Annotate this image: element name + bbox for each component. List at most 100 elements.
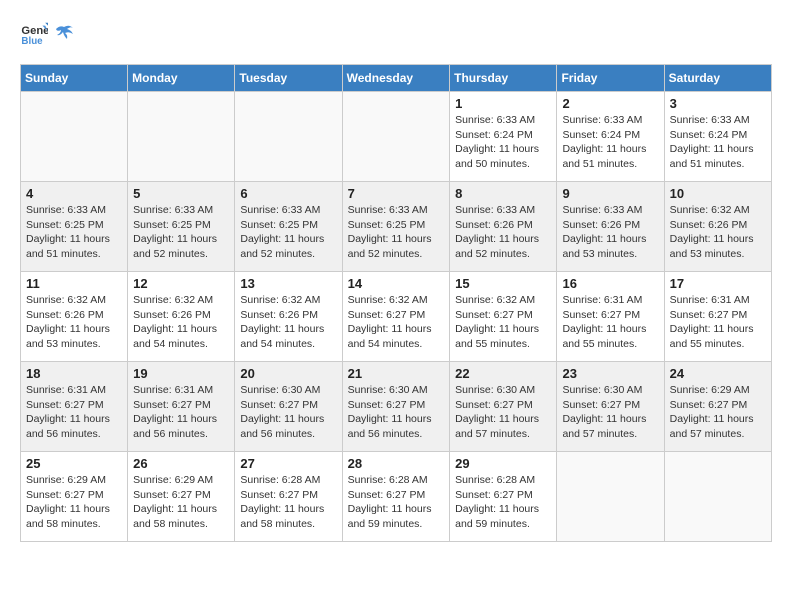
day-info: Sunrise: 6:31 AM Sunset: 6:27 PM Dayligh… <box>26 383 122 442</box>
day-number: 2 <box>562 96 658 111</box>
day-info: Sunrise: 6:29 AM Sunset: 6:27 PM Dayligh… <box>670 383 766 442</box>
day-info: Sunrise: 6:31 AM Sunset: 6:27 PM Dayligh… <box>670 293 766 352</box>
logo-bird-icon <box>53 23 75 45</box>
day-info: Sunrise: 6:32 AM Sunset: 6:27 PM Dayligh… <box>455 293 551 352</box>
day-number: 21 <box>348 366 445 381</box>
day-number: 7 <box>348 186 445 201</box>
logo: General Blue <box>20 20 76 48</box>
calendar-week-row: 1 Sunrise: 6:33 AM Sunset: 6:24 PM Daylig… <box>21 92 772 182</box>
calendar-cell: 19 Sunrise: 6:31 AM Sunset: 6:27 PM Dayli… <box>128 362 235 452</box>
calendar-cell: 8 Sunrise: 6:33 AM Sunset: 6:26 PM Daylig… <box>450 182 557 272</box>
day-info: Sunrise: 6:33 AM Sunset: 6:24 PM Dayligh… <box>670 113 766 172</box>
logo-icon: General Blue <box>20 20 48 48</box>
day-number: 29 <box>455 456 551 471</box>
day-number: 8 <box>455 186 551 201</box>
calendar-cell: 16 Sunrise: 6:31 AM Sunset: 6:27 PM Dayli… <box>557 272 664 362</box>
day-info: Sunrise: 6:33 AM Sunset: 6:26 PM Dayligh… <box>455 203 551 262</box>
day-number: 26 <box>133 456 229 471</box>
calendar-cell <box>128 92 235 182</box>
calendar-cell: 9Sunrise: 6:33 AM Sunset: 6:26 PM Daylig… <box>557 182 664 272</box>
day-number: 11 <box>26 276 122 291</box>
svg-text:Blue: Blue <box>21 36 43 47</box>
day-info: Sunrise: 6:29 AM Sunset: 6:27 PM Dayligh… <box>26 473 122 532</box>
day-number: 22 <box>455 366 551 381</box>
calendar-cell <box>664 452 771 542</box>
day-info: Sunrise: 6:33 AM Sunset: 6:25 PM Dayligh… <box>26 203 122 262</box>
calendar-cell: 23Sunrise: 6:30 AM Sunset: 6:27 PM Dayli… <box>557 362 664 452</box>
col-header-friday: Friday <box>557 65 664 92</box>
day-number: 5 <box>133 186 229 201</box>
day-number: 12 <box>133 276 229 291</box>
calendar-header-row: SundayMondayTuesdayWednesdayThursdayFrid… <box>21 65 772 92</box>
calendar-cell: 3 Sunrise: 6:33 AM Sunset: 6:24 PM Daylig… <box>664 92 771 182</box>
day-info: Sunrise: 6:30 AM Sunset: 6:27 PM Dayligh… <box>455 383 551 442</box>
day-info: Sunrise: 6:33 AM Sunset: 6:24 PM Dayligh… <box>562 113 658 172</box>
calendar-cell: 29Sunrise: 6:28 AM Sunset: 6:27 PM Dayli… <box>450 452 557 542</box>
col-header-sunday: Sunday <box>21 65 128 92</box>
day-info: Sunrise: 6:33 AM Sunset: 6:25 PM Dayligh… <box>240 203 336 262</box>
day-info: Sunrise: 6:30 AM Sunset: 6:27 PM Dayligh… <box>562 383 658 442</box>
calendar-week-row: 4 Sunrise: 6:33 AM Sunset: 6:25 PM Daylig… <box>21 182 772 272</box>
calendar-cell <box>21 92 128 182</box>
calendar-cell: 14Sunrise: 6:32 AM Sunset: 6:27 PM Dayli… <box>342 272 450 362</box>
calendar-week-row: 25 Sunrise: 6:29 AM Sunset: 6:27 PM Dayli… <box>21 452 772 542</box>
calendar-cell <box>235 92 342 182</box>
day-number: 16 <box>562 276 658 291</box>
day-info: Sunrise: 6:32 AM Sunset: 6:27 PM Dayligh… <box>348 293 445 352</box>
calendar-cell: 12 Sunrise: 6:32 AM Sunset: 6:26 PM Dayli… <box>128 272 235 362</box>
calendar-cell <box>342 92 450 182</box>
day-info: Sunrise: 6:31 AM Sunset: 6:27 PM Dayligh… <box>562 293 658 352</box>
day-number: 25 <box>26 456 122 471</box>
day-number: 19 <box>133 366 229 381</box>
col-header-saturday: Saturday <box>664 65 771 92</box>
day-info: Sunrise: 6:32 AM Sunset: 6:26 PM Dayligh… <box>670 203 766 262</box>
day-info: Sunrise: 6:29 AM Sunset: 6:27 PM Dayligh… <box>133 473 229 532</box>
calendar-cell: 5 Sunrise: 6:33 AM Sunset: 6:25 PM Daylig… <box>128 182 235 272</box>
day-info: Sunrise: 6:28 AM Sunset: 6:27 PM Dayligh… <box>348 473 445 532</box>
day-info: Sunrise: 6:32 AM Sunset: 6:26 PM Dayligh… <box>26 293 122 352</box>
calendar-cell: 28Sunrise: 6:28 AM Sunset: 6:27 PM Dayli… <box>342 452 450 542</box>
calendar-cell: 21 Sunrise: 6:30 AM Sunset: 6:27 PM Dayli… <box>342 362 450 452</box>
calendar-cell: 11 Sunrise: 6:32 AM Sunset: 6:26 PM Dayli… <box>21 272 128 362</box>
day-number: 24 <box>670 366 766 381</box>
day-info: Sunrise: 6:33 AM Sunset: 6:25 PM Dayligh… <box>348 203 445 262</box>
calendar-cell: 6 Sunrise: 6:33 AM Sunset: 6:25 PM Daylig… <box>235 182 342 272</box>
calendar-cell: 2 Sunrise: 6:33 AM Sunset: 6:24 PM Daylig… <box>557 92 664 182</box>
day-number: 6 <box>240 186 336 201</box>
calendar-cell <box>557 452 664 542</box>
calendar-cell: 25 Sunrise: 6:29 AM Sunset: 6:27 PM Dayli… <box>21 452 128 542</box>
page-header: General Blue <box>20 20 772 48</box>
calendar-cell: 27Sunrise: 6:28 AM Sunset: 6:27 PM Dayli… <box>235 452 342 542</box>
calendar-table: SundayMondayTuesdayWednesdayThursdayFrid… <box>20 64 772 542</box>
day-info: Sunrise: 6:31 AM Sunset: 6:27 PM Dayligh… <box>133 383 229 442</box>
day-number: 4 <box>26 186 122 201</box>
calendar-cell: 17 Sunrise: 6:31 AM Sunset: 6:27 PM Dayli… <box>664 272 771 362</box>
day-info: Sunrise: 6:33 AM Sunset: 6:25 PM Dayligh… <box>133 203 229 262</box>
col-header-thursday: Thursday <box>450 65 557 92</box>
calendar-cell: 24 Sunrise: 6:29 AM Sunset: 6:27 PM Dayli… <box>664 362 771 452</box>
calendar-cell: 18Sunrise: 6:31 AM Sunset: 6:27 PM Dayli… <box>21 362 128 452</box>
day-number: 17 <box>670 276 766 291</box>
calendar-cell: 15 Sunrise: 6:32 AM Sunset: 6:27 PM Dayli… <box>450 272 557 362</box>
calendar-week-row: 11 Sunrise: 6:32 AM Sunset: 6:26 PM Dayli… <box>21 272 772 362</box>
day-info: Sunrise: 6:32 AM Sunset: 6:26 PM Dayligh… <box>133 293 229 352</box>
calendar-cell: 20 Sunrise: 6:30 AM Sunset: 6:27 PM Dayli… <box>235 362 342 452</box>
day-info: Sunrise: 6:30 AM Sunset: 6:27 PM Dayligh… <box>240 383 336 442</box>
day-info: Sunrise: 6:32 AM Sunset: 6:26 PM Dayligh… <box>240 293 336 352</box>
day-number: 3 <box>670 96 766 111</box>
day-number: 20 <box>240 366 336 381</box>
calendar-cell: 22 Sunrise: 6:30 AM Sunset: 6:27 PM Dayli… <box>450 362 557 452</box>
day-info: Sunrise: 6:33 AM Sunset: 6:24 PM Dayligh… <box>455 113 551 172</box>
day-info: Sunrise: 6:33 AM Sunset: 6:26 PM Dayligh… <box>562 203 658 262</box>
calendar-cell: 26 Sunrise: 6:29 AM Sunset: 6:27 PM Dayli… <box>128 452 235 542</box>
col-header-tuesday: Tuesday <box>235 65 342 92</box>
day-info: Sunrise: 6:30 AM Sunset: 6:27 PM Dayligh… <box>348 383 445 442</box>
calendar-cell: 4 Sunrise: 6:33 AM Sunset: 6:25 PM Daylig… <box>21 182 128 272</box>
day-number: 10 <box>670 186 766 201</box>
day-number: 13 <box>240 276 336 291</box>
day-number: 27 <box>240 456 336 471</box>
calendar-cell: 13 Sunrise: 6:32 AM Sunset: 6:26 PM Dayli… <box>235 272 342 362</box>
day-number: 15 <box>455 276 551 291</box>
day-number: 1 <box>455 96 551 111</box>
calendar-cell: 1 Sunrise: 6:33 AM Sunset: 6:24 PM Daylig… <box>450 92 557 182</box>
